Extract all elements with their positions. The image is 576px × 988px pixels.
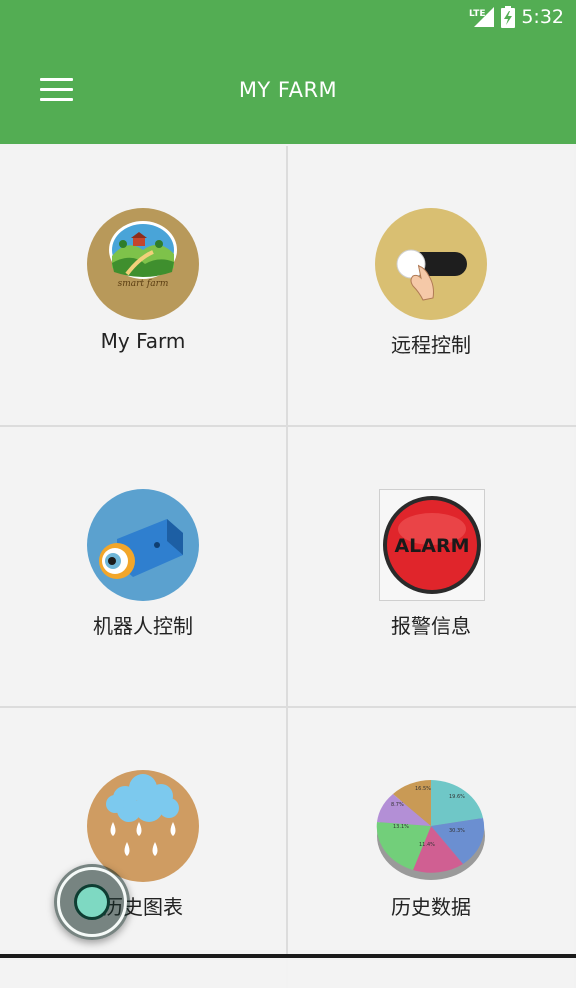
tile-label: 历史图表: [103, 895, 183, 919]
pie-label: 13.1%: [393, 824, 409, 830]
tile-label: 机器人控制: [93, 614, 193, 638]
tile-my-farm[interactable]: smart farm My Farm: [0, 146, 286, 426]
tile-alarm-info[interactable]: ALARM 报警信息: [288, 427, 574, 707]
pie-chart-icon: 16.5% 19.6% 30.3% 11.4% 13.1% 8.7%: [376, 780, 485, 880]
touch-dot-icon: [74, 884, 110, 920]
status-bar: LTE 5:32: [0, 0, 576, 34]
tile-label: My Farm: [100, 329, 186, 353]
pie-label: 8.7%: [391, 802, 404, 808]
pie-label: 30.3%: [449, 828, 465, 834]
page-title: MY FARM: [238, 78, 338, 102]
pie-label: 19.6%: [449, 794, 465, 800]
tile-label: 报警信息: [391, 614, 471, 638]
pie-label: 11.4%: [419, 842, 435, 848]
tile-remote-control[interactable]: 远程控制: [288, 146, 574, 426]
signal-lte-icon: LTE: [469, 7, 495, 27]
divider: [286, 146, 288, 958]
tile-history-charts[interactable]: 历史图表: [0, 708, 286, 988]
tile-label: 历史数据: [391, 895, 471, 919]
floating-touch-button[interactable]: [54, 864, 130, 940]
alarm-button-icon: ALARM: [379, 489, 485, 601]
smart-farm-text: smart farm: [118, 279, 169, 289]
alarm-text: ALARM: [394, 535, 469, 557]
network-label: LTE: [469, 9, 486, 19]
robot-camera-icon: [87, 489, 199, 601]
status-time: 5:32: [521, 6, 564, 28]
tile-history-data[interactable]: 16.5% 19.6% 30.3% 11.4% 13.1% 8.7% 历史数据: [288, 708, 574, 988]
tile-robot-control[interactable]: 机器人控制: [0, 427, 286, 707]
smart-farm-logo-icon: smart farm: [87, 208, 199, 320]
toggle-switch-icon: [375, 208, 487, 320]
pie-label: 16.5%: [415, 786, 431, 792]
bottom-edge: [0, 954, 576, 958]
tile-label: 远程控制: [391, 333, 471, 357]
battery-charging-icon: [501, 6, 516, 28]
app-bar: MY FARM: [0, 34, 576, 144]
